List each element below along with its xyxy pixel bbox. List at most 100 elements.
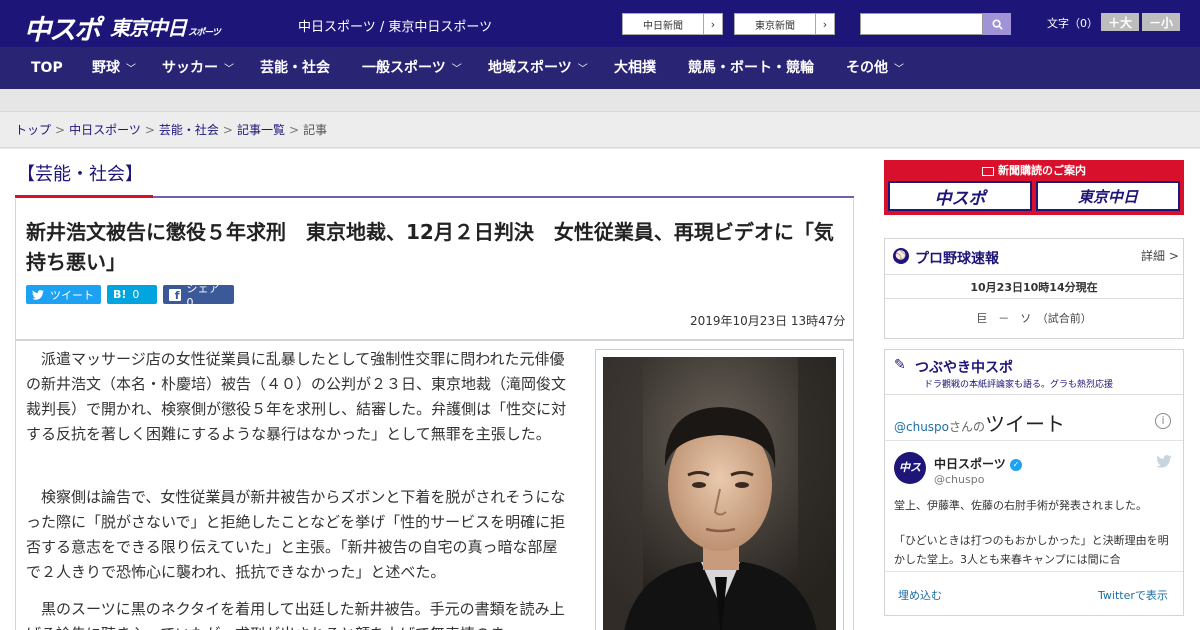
- chuspo-subscribe-logo[interactable]: 中スポ: [888, 181, 1032, 211]
- breadcrumb-sep: >: [289, 123, 300, 137]
- tokyo-shimbun-link[interactable]: 東京新聞 ›: [734, 13, 835, 35]
- chunichi-shimbun-label: 中日新聞: [643, 20, 683, 32]
- nav-label: サッカー: [162, 60, 218, 76]
- nav-label: 芸能・社会: [260, 60, 330, 76]
- chevron-down-icon: ﹀: [451, 64, 462, 75]
- chunichi-shimbun-link[interactable]: 中日新聞 ›: [622, 13, 723, 35]
- breadcrumb-sep: >: [55, 123, 66, 137]
- facebook-share-label: シェア 0: [186, 282, 220, 309]
- tweets-header: @chuspoさんのツイート: [894, 408, 1065, 437]
- facebook-share-button[interactable]: f シェア 0: [163, 282, 234, 309]
- hatena-b-icon: B!: [113, 288, 127, 301]
- font-smaller-button[interactable]: －小: [1142, 13, 1180, 31]
- article-paragraph: 検察側は論告で、女性従業員が新井被告からズボンと下着を脱がされそうになった際に「…: [26, 488, 566, 581]
- tweet-text: 堂上、伊藤準、佐藤の右肘手術が発表されました。: [894, 499, 1147, 512]
- nav-item-baseball[interactable]: 野球 ﹀: [92, 47, 136, 89]
- breadcrumb-sep: >: [222, 123, 233, 137]
- article-photo[interactable]: [603, 357, 836, 630]
- breadcrumb-chunichi[interactable]: 中日スポーツ: [69, 123, 141, 137]
- nav-label: 地域スポーツ: [488, 60, 572, 76]
- tsubuyaki-title: つぶやき中スポ: [915, 360, 1013, 376]
- newspaper-icon: [982, 166, 994, 176]
- tweets-label: ツイート: [985, 412, 1066, 436]
- font-size-label: 文字（0）: [1047, 17, 1098, 30]
- baseball-icon: ⚾: [893, 248, 909, 264]
- account-name[interactable]: 中日スポーツ ✓: [934, 455, 1022, 472]
- breadcrumb-category[interactable]: 芸能・社会: [159, 123, 219, 137]
- tweets-handle-link[interactable]: @chuspo: [894, 420, 949, 434]
- tokyo-chunichi-subscribe-logo[interactable]: 東京中日: [1036, 181, 1180, 211]
- article-headline: 新井浩文被告に懲役５年求刑 東京地裁、12月２日判決 女性従業員、再現ビデオに「…: [26, 220, 834, 274]
- defendant-portrait-image: [603, 357, 836, 630]
- hatena-count: 0: [132, 288, 140, 301]
- nav-label: 野球: [92, 60, 120, 76]
- header-bar: 中スポ 東京中日 スポーツ 中日スポーツ / 東京中日スポーツ 中日新聞 › 東京…: [0, 0, 1200, 47]
- nav-label: TOP: [31, 60, 63, 76]
- chevron-down-icon: ﹀: [126, 64, 136, 75]
- subscription-banner[interactable]: 新聞購読のご案内 中スポ 東京中日: [884, 160, 1184, 215]
- baseball-widget-title: プロ野球速報: [915, 251, 999, 267]
- chuspo-logo[interactable]: 中スポ: [24, 8, 101, 47]
- nav-label: 競馬・ボート・競輪: [688, 60, 814, 76]
- tokyo-chunichi-logo[interactable]: 東京中日 スポーツ: [110, 12, 221, 41]
- baseball-detail-link[interactable]: 詳細 >: [1141, 247, 1179, 264]
- search-icon: [991, 18, 1003, 30]
- hatena-bookmark-button[interactable]: B! 0: [107, 285, 157, 304]
- account-avatar[interactable]: 中ス: [894, 452, 926, 484]
- verified-badge-icon: ✓: [1009, 458, 1022, 471]
- subscription-banner-text: 新聞購読のご案内: [998, 164, 1086, 177]
- facebook-f-icon: f: [169, 288, 181, 301]
- font-bigger-button[interactable]: ＋大: [1101, 13, 1139, 31]
- account-name-text: 中日スポーツ: [934, 457, 1006, 471]
- divider: [885, 571, 1183, 572]
- megaphone-icon: ✎: [894, 357, 906, 373]
- baseball-game-status[interactable]: 巨 － ソ （試合前）: [885, 310, 1183, 326]
- tokyo-chunichi-logo-text: 東京中日: [110, 16, 187, 40]
- nav-item-general-sports[interactable]: 一般スポーツ ﹀: [362, 47, 462, 89]
- article-paragraph: 黒のスーツに黒のネクタイを着用して出廷した新井被告。手元の書類を読み上げる論告に…: [26, 600, 565, 630]
- nav-label: 大相撲: [614, 60, 656, 76]
- header-spacer: [0, 89, 1200, 111]
- breadcrumb-list[interactable]: 記事一覧: [237, 123, 285, 137]
- chevron-right-icon: ›: [703, 14, 722, 34]
- embed-link[interactable]: 埋め込む: [898, 587, 942, 603]
- divider: [885, 394, 1183, 395]
- category-underline: [153, 196, 854, 198]
- nav-item-soccer[interactable]: サッカー ﹀: [162, 47, 234, 89]
- tokyo-shimbun-label: 東京新聞: [755, 20, 795, 32]
- chevron-down-icon: ﹀: [894, 64, 904, 75]
- divider: [885, 298, 1183, 299]
- category-heading: 【芸能・社会】: [17, 164, 143, 185]
- divider: [885, 274, 1183, 275]
- view-on-twitter-link[interactable]: Twitterで表示: [1098, 587, 1168, 603]
- nav-label: 一般スポーツ: [362, 60, 446, 76]
- twitter-bird-icon: [32, 289, 44, 300]
- breadcrumb: トップ > 中日スポーツ > 芸能・社会 > 記事一覧 > 記事: [15, 121, 327, 138]
- info-icon[interactable]: i: [1155, 413, 1171, 429]
- breadcrumb-sep: >: [144, 123, 155, 137]
- nav-item-entertainment[interactable]: 芸能・社会: [260, 47, 330, 89]
- search-button[interactable]: [983, 13, 1011, 35]
- category-underline-accent: [15, 195, 153, 198]
- nav-item-racing[interactable]: 競馬・ボート・競輪: [688, 47, 814, 89]
- nav-item-other[interactable]: その他 ﹀: [846, 47, 904, 89]
- nav-item-local-sports[interactable]: 地域スポーツ ﹀: [488, 47, 588, 89]
- nav-label: その他: [846, 60, 888, 76]
- tweets-san: さんの: [949, 420, 986, 434]
- twitter-bird-icon[interactable]: [1156, 455, 1172, 468]
- tokyo-chunichi-logo-sub: スポーツ: [188, 28, 221, 38]
- account-handle[interactable]: @chuspo: [934, 473, 984, 486]
- nav-item-top[interactable]: TOP: [31, 47, 63, 89]
- article-paragraph: 派遣マッサージ店の女性従業員に乱暴したとして強制性交罪に問われた元俳優の新井浩文…: [26, 350, 567, 443]
- tsubuyaki-subtitle: ドラ觀戦の本紙評論家も語る。グラも熱烈応援: [924, 380, 1114, 390]
- nav-item-sumo[interactable]: 大相撲: [614, 47, 656, 89]
- baseball-timestamp: 10月23日10時14分現在: [970, 281, 1098, 294]
- chevron-down-icon: ﹀: [577, 64, 588, 75]
- chevron-down-icon: ﹀: [224, 64, 234, 75]
- main-nav: TOP 野球 ﹀ サッカー ﹀ 芸能・社会 一般スポーツ ﹀ 地域スポーツ ﹀ 大相撲 …: [0, 47, 1200, 89]
- tweet-button[interactable]: ツイート: [26, 285, 101, 304]
- breadcrumb-top[interactable]: トップ: [15, 123, 51, 137]
- breadcrumb-current: 記事: [303, 123, 328, 137]
- search-input[interactable]: [860, 13, 983, 35]
- site-title[interactable]: 中日スポーツ / 東京中日スポーツ: [298, 16, 492, 35]
